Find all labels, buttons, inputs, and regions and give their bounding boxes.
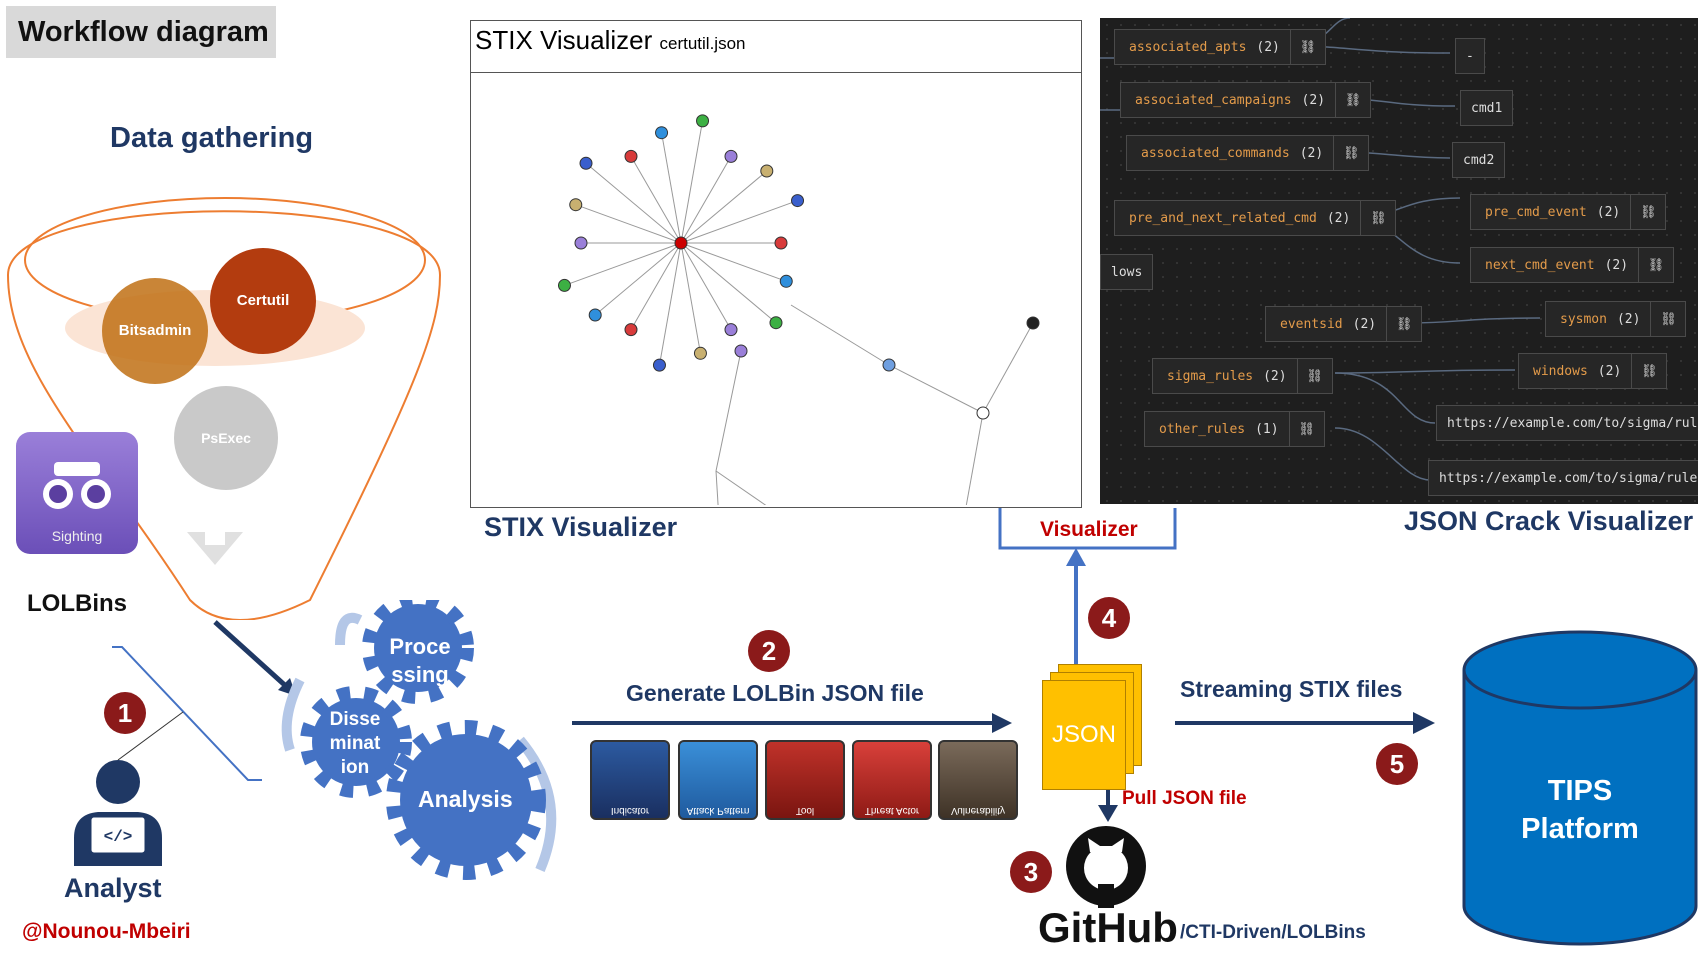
stix-graph[interactable] xyxy=(471,73,1079,558)
link-icon: ⛓ xyxy=(1630,195,1665,229)
link-icon: ⛓ xyxy=(1386,307,1421,341)
stix-tool-icon: Tool xyxy=(765,740,845,820)
json-file-icon: JSON xyxy=(1042,680,1126,790)
step-4-badge: 4 xyxy=(1088,597,1130,639)
stix-visualizer-window[interactable]: STIX Visualizer certutil.json xyxy=(470,20,1082,558)
step-3-badge: 3 xyxy=(1010,851,1052,893)
stix-node[interactable] xyxy=(724,149,738,163)
step-1-badge: 1 xyxy=(104,692,146,734)
json-value-node[interactable]: - xyxy=(1455,38,1485,74)
json-node[interactable]: sigma_rules (2) ⛓ xyxy=(1152,358,1333,394)
json-value-node[interactable]: cmd2 xyxy=(1452,142,1506,178)
json-value-node[interactable]: https://example.com/to/sigma/rule2 xyxy=(1428,460,1698,496)
json-node[interactable]: pre_cmd_event (2) ⛓ xyxy=(1470,194,1667,230)
json-crack-caption: JSON Crack Visualizer xyxy=(1404,506,1694,536)
stix-node[interactable] xyxy=(588,308,602,322)
stix-node[interactable] xyxy=(976,406,990,420)
github-path[interactable]: /CTI-Driven/LOLBins xyxy=(1180,922,1366,944)
json-node[interactable]: windows (2) ⛓ xyxy=(1518,353,1668,389)
analyst-label: Analyst xyxy=(64,873,162,903)
stix-edge xyxy=(594,242,682,316)
json-node[interactable]: associated_apts (2) ⛓ xyxy=(1114,29,1326,65)
svg-text:</>: </> xyxy=(104,828,133,846)
stix-node[interactable] xyxy=(557,278,571,292)
json-node[interactable]: associated_commands (2) ⛓ xyxy=(1126,135,1370,171)
stix-node[interactable] xyxy=(882,358,896,372)
stix-edge xyxy=(575,204,682,244)
link-icon: ⛓ xyxy=(1631,354,1666,388)
step-2-badge: 2 xyxy=(748,630,790,672)
stix-node[interactable] xyxy=(696,114,710,128)
stix-node[interactable] xyxy=(624,149,638,163)
stix-center-node[interactable] xyxy=(674,236,688,250)
link-icon: ⛓ xyxy=(1296,359,1332,393)
stix-edge xyxy=(790,304,890,366)
step-5-badge: 5 xyxy=(1376,743,1418,785)
link-icon: ⛓ xyxy=(1360,201,1395,235)
stix-indicator-icon: Indicator xyxy=(590,740,670,820)
json-node[interactable]: other_rules (1) ⛓ xyxy=(1144,411,1325,447)
analyst-icon: </> xyxy=(74,760,162,866)
link-icon: ⛓ xyxy=(1289,30,1325,64)
stix-node[interactable] xyxy=(774,236,788,250)
json-node[interactable]: next_cmd_event (2) ⛓ xyxy=(1470,247,1675,283)
stix-node[interactable] xyxy=(791,194,805,208)
stix-node[interactable] xyxy=(652,358,666,372)
stix-node[interactable] xyxy=(779,274,793,288)
stix-window-header: STIX Visualizer certutil.json xyxy=(471,21,1081,73)
stix-edge xyxy=(680,242,787,282)
stix-edge xyxy=(888,364,984,414)
stix-edge xyxy=(715,350,742,472)
stix-node[interactable] xyxy=(693,346,707,360)
stix-node[interactable] xyxy=(574,236,588,250)
stix-vulnerability-icon: Vulnerability xyxy=(938,740,1018,820)
stix-edge xyxy=(680,170,768,244)
gear-dissemination-label: Disse minat ion xyxy=(329,709,381,778)
stix-node[interactable] xyxy=(579,156,593,170)
gear-processing-label: Proce ssing xyxy=(389,634,451,687)
generate-label: Generate LOLBin JSON file xyxy=(626,680,924,706)
stix-node[interactable] xyxy=(760,164,774,178)
pull-json-label: Pull JSON file xyxy=(1122,788,1247,809)
link-icon: ⛓ xyxy=(1333,136,1368,170)
visualizer-label: Visualizer xyxy=(1040,518,1138,541)
link-icon: ⛓ xyxy=(1650,302,1685,336)
stix-edge xyxy=(963,412,984,519)
stix-attack-pattern-icon: Attack Pattern xyxy=(678,740,758,820)
stix-node[interactable] xyxy=(569,198,583,212)
stix-node[interactable] xyxy=(1026,316,1040,330)
json-value-node[interactable]: lows xyxy=(1100,254,1154,290)
github-icon xyxy=(1066,826,1146,908)
json-node[interactable]: eventsid (2) ⛓ xyxy=(1265,306,1423,342)
stix-edge xyxy=(715,470,807,534)
stix-file-name: certutil.json xyxy=(659,34,746,53)
stix-edge xyxy=(982,322,1034,414)
stix-threat-actor-icon: Threat Actor xyxy=(852,740,932,820)
json-node[interactable]: sysmon (2) ⛓ xyxy=(1545,301,1687,337)
link-icon: ⛓ xyxy=(1335,83,1370,117)
json-node[interactable]: pre_and_next_related_cmd (2) ⛓ xyxy=(1114,200,1397,236)
json-value-node[interactable]: cmd1 xyxy=(1460,90,1514,126)
stix-node[interactable] xyxy=(769,316,783,330)
tips-label: TIPS Platform xyxy=(1521,775,1639,845)
json-node[interactable]: associated_campaigns (2) ⛓ xyxy=(1120,82,1372,118)
stix-edge xyxy=(715,470,722,554)
analyst-handle[interactable]: @Nounou-Mbeiri xyxy=(22,920,191,944)
link-icon: ⛓ xyxy=(1288,412,1324,446)
json-value-node[interactable]: https://example.com/to/sigma/rule1 xyxy=(1436,405,1698,441)
stix-node[interactable] xyxy=(734,344,748,358)
github-wordmark: GitHub xyxy=(1038,904,1178,951)
stix-edge xyxy=(680,242,777,324)
json-crack-canvas[interactable]: associated_apts (2) ⛓ associated_campaigns… xyxy=(1100,18,1698,504)
stix-node[interactable] xyxy=(655,126,669,140)
stix-visualizer-caption: STIX Visualizer xyxy=(484,512,678,542)
stix-node[interactable] xyxy=(724,323,738,337)
link-icon: ⛓ xyxy=(1638,248,1673,282)
stix-node[interactable] xyxy=(624,323,638,337)
streaming-label: Streaming STIX files xyxy=(1180,676,1403,702)
stix-edge xyxy=(585,162,682,244)
gear-analysis-label: Analysis xyxy=(418,786,513,812)
cycle-arrow xyxy=(335,612,363,646)
